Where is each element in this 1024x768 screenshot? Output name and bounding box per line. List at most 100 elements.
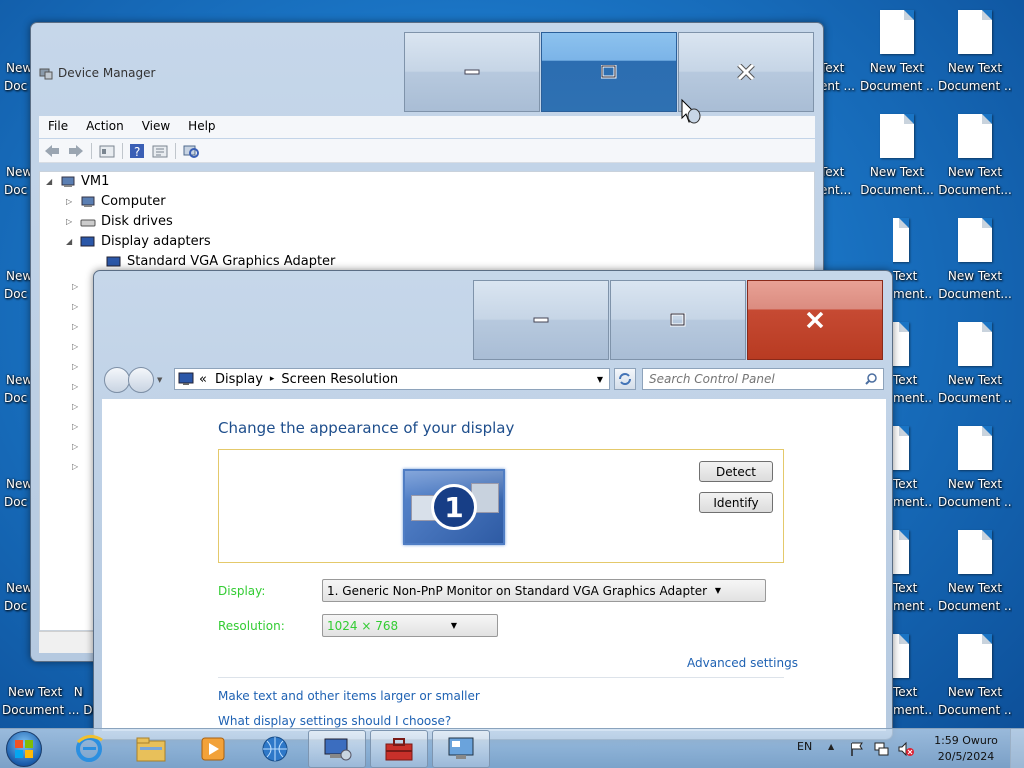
document-icon — [880, 114, 914, 158]
tree-item-vga-adapter[interactable]: Standard VGA Graphics Adapter — [106, 254, 335, 269]
address-dropdown-icon[interactable]: ▼ — [597, 375, 603, 384]
show-hidden-icons-button[interactable]: ▲ — [828, 742, 834, 751]
speaker-muted-icon[interactable] — [897, 741, 915, 757]
clock[interactable]: 1:59 Owuro 20/5/2024 — [928, 733, 1004, 765]
chevron-down-icon: ▼ — [714, 586, 721, 595]
desktop-icon-partial[interactable]: Text ent... — [820, 104, 860, 204]
collapse-arrow-icon[interactable]: ▷ — [66, 197, 80, 206]
breadcrumb-separator-icon[interactable]: ▸ — [270, 374, 275, 384]
desktop-icon-partial[interactable]: Text ment... — [893, 208, 933, 308]
display-label: Display: — [218, 584, 266, 598]
display-select[interactable]: 1. Generic Non-PnP Monitor on Standard V… — [322, 579, 766, 602]
document-icon — [958, 10, 992, 54]
back-arrow-icon[interactable] — [43, 144, 61, 158]
back-button[interactable] — [104, 367, 130, 393]
search-icon[interactable] — [865, 373, 877, 385]
desktop-icon-partial[interactable]: New Doc — [0, 0, 30, 100]
display-settings-help-link[interactable]: What display settings should I choose? — [218, 714, 451, 728]
menu-file[interactable]: File — [39, 116, 77, 138]
taskbar-media-player[interactable] — [184, 730, 242, 768]
desktop-icon-partial[interactable]: Textment ... — [893, 520, 933, 620]
tree-item-disk-drives[interactable]: ▷ Disk drives — [66, 214, 173, 229]
language-indicator[interactable]: EN — [797, 740, 812, 753]
resolution-select[interactable]: 1024 × 768 ▼ — [322, 614, 498, 637]
taskbar-display-settings[interactable] — [432, 730, 490, 768]
desktop-icon-text-document[interactable]: New Text Document... — [938, 208, 1012, 308]
properties-icon[interactable] — [98, 144, 116, 158]
console-tree-icon[interactable] — [151, 144, 169, 158]
tree-item-display-adapters[interactable]: ◢ Display adapters — [66, 234, 211, 249]
document-icon — [893, 634, 909, 678]
scan-hardware-icon[interactable] — [182, 143, 200, 159]
taskbar-ie[interactable] — [60, 730, 118, 768]
clock-time: 1:59 Owuro — [934, 734, 998, 747]
collapse-arrow-icon[interactable]: ▷ — [66, 217, 80, 226]
desktop-icon-text-document[interactable]: New Text Document ... — [938, 312, 1012, 412]
clock-date: 20/5/2024 — [937, 750, 995, 763]
network-tray-icon[interactable] — [873, 741, 889, 757]
maximize-button[interactable] — [610, 280, 746, 360]
menu-action[interactable]: Action — [77, 116, 133, 138]
menu-help[interactable]: Help — [179, 116, 224, 138]
monitor-preview-panel: 1 Detect Identify — [218, 449, 784, 563]
tree-item-computer[interactable]: ▷ Computer — [66, 194, 166, 209]
desktop-icon-partial[interactable]: Text ent ... — [820, 0, 860, 100]
desktop-icon-partial[interactable]: New Doc — [0, 104, 30, 204]
address-bar[interactable]: « Display ▸ Screen Resolution ▼ — [174, 368, 610, 390]
desktop-icon-text-document[interactable]: New Text Document ... — [860, 0, 934, 100]
minimize-button[interactable] — [404, 32, 540, 112]
desktop-icon-partial[interactable]: New Doc — [0, 416, 30, 516]
recent-pages-icon[interactable]: ▼ — [157, 376, 162, 384]
maximize-button[interactable] — [541, 32, 677, 112]
desktop-icon-text-document[interactable]: New Text Document ... — [938, 416, 1012, 516]
detect-button[interactable]: Detect — [699, 461, 773, 482]
close-icon — [737, 64, 755, 80]
busy-cursor-icon — [681, 98, 701, 124]
close-button[interactable] — [747, 280, 883, 360]
desktop-icon-partial[interactable]: New Doc — [0, 208, 30, 308]
desktop-icon-text-document[interactable]: New Text Document ... — [938, 624, 1012, 724]
show-desktop-button[interactable] — [1010, 729, 1024, 768]
identify-button[interactable]: Identify — [699, 492, 773, 513]
help-icon[interactable]: ? — [129, 143, 145, 159]
menu-view[interactable]: View — [133, 116, 179, 138]
desktop-icon-partial[interactable]: New Doc — [0, 312, 30, 412]
taskbar-explorer[interactable] — [122, 730, 180, 768]
forward-arrow-icon[interactable] — [67, 144, 85, 158]
document-icon — [958, 218, 992, 262]
desktop-icon-partial[interactable]: Text ment... — [893, 312, 933, 412]
document-icon — [880, 10, 914, 54]
flag-icon[interactable] — [849, 741, 865, 757]
breadcrumb-display[interactable]: Display — [215, 372, 263, 387]
breadcrumb-screen-resolution[interactable]: Screen Resolution — [281, 372, 398, 387]
desktop-icon-text-document[interactable]: New Text Document... — [860, 104, 934, 204]
minimize-button[interactable] — [473, 280, 609, 360]
document-icon — [893, 322, 909, 366]
device-manager-icon — [39, 68, 53, 80]
window-title: Device Manager — [58, 66, 156, 80]
close-icon — [806, 312, 824, 328]
forward-button[interactable] — [128, 367, 154, 393]
desktop-icon-partial[interactable]: New Doc — [0, 520, 30, 620]
search-input[interactable] — [649, 372, 849, 386]
taskbar-toolbox[interactable] — [370, 730, 428, 768]
desktop-icon-partial[interactable]: Text ment... — [893, 624, 933, 724]
desktop-icon-text-document[interactable]: New Text Document ... — [938, 0, 1012, 100]
advanced-settings-link[interactable]: Advanced settings — [687, 656, 798, 670]
refresh-button[interactable] — [614, 368, 636, 390]
expand-arrow-icon[interactable]: ◢ — [66, 237, 80, 246]
expand-arrow-icon[interactable]: ◢ — [46, 177, 60, 186]
taskbar-device-manager[interactable] — [308, 730, 366, 768]
desktop-icon-text-document[interactable]: New Text Document... — [938, 104, 1012, 204]
search-box[interactable] — [642, 368, 884, 390]
monitor-1-tile[interactable]: 1 — [403, 469, 505, 545]
text-size-link[interactable]: Make text and other items larger or smal… — [218, 689, 480, 703]
desktop-icon-partial[interactable]: Text ment... — [893, 416, 933, 516]
start-button[interactable] — [6, 731, 42, 767]
screen-resolution-window: ▼ « Display ▸ Screen Resolution ▼ Change… — [93, 270, 893, 740]
tree-root-vm1[interactable]: ◢ VM1 — [46, 174, 109, 189]
desktop-icon-text-document[interactable]: New Text Document ... — [938, 520, 1012, 620]
document-icon — [958, 114, 992, 158]
computer-icon — [81, 196, 95, 207]
taskbar-network[interactable] — [246, 730, 304, 768]
